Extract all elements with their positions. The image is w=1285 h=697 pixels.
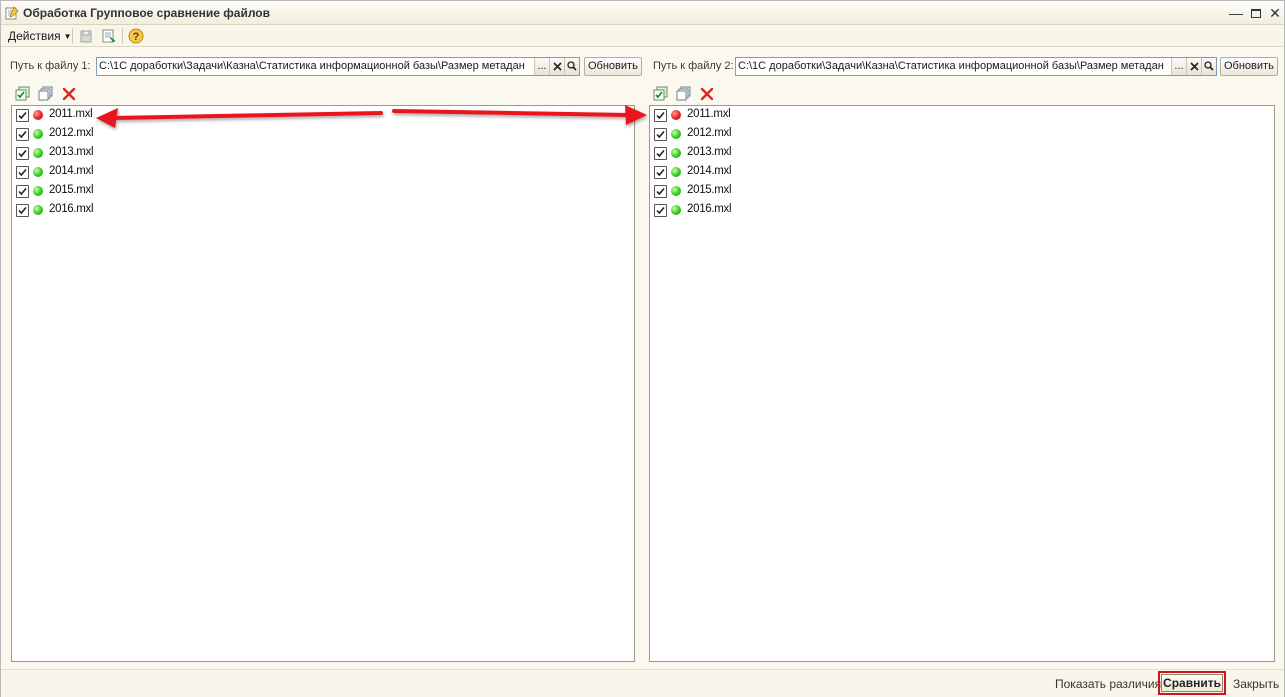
file-name: 2013.mxl <box>687 146 732 158</box>
status-green-icon <box>33 129 43 139</box>
file-checkbox[interactable] <box>16 185 29 198</box>
file-name: 2012.mxl <box>687 127 732 139</box>
clear-icon <box>1189 62 1199 71</box>
path-label-2: Путь к файлу 2: <box>653 60 734 72</box>
status-green-icon <box>671 148 681 158</box>
update-button-2[interactable]: Обновить <box>1220 57 1278 76</box>
maximize-button[interactable] <box>1247 4 1265 22</box>
file-list-item[interactable]: 2014.mxl <box>654 163 954 182</box>
file-name: 2015.mxl <box>49 184 94 196</box>
status-green-icon <box>33 167 43 177</box>
save-settings-icon[interactable] <box>78 28 94 44</box>
status-red-icon <box>33 110 43 120</box>
actions-menu-button[interactable]: Действия ▼ <box>5 27 75 45</box>
file-checkbox[interactable] <box>654 204 667 217</box>
status-green-icon <box>33 205 43 215</box>
file-checkbox[interactable] <box>654 109 667 122</box>
main-toolbar: Действия ▼ ? <box>1 25 1284 47</box>
path-2-select-button[interactable]: ... <box>1171 58 1186 75</box>
path-1-open-button[interactable] <box>564 58 579 75</box>
file-list-item[interactable]: 2011.mxl <box>16 106 316 125</box>
file-list-item[interactable]: 2015.mxl <box>654 182 954 201</box>
uncheck-all-icon[interactable] <box>676 86 692 102</box>
path-1-clear-button[interactable] <box>549 58 564 75</box>
path-input-1-value: C:\1C доработки\Задачи\Казна\Статистика … <box>99 60 525 72</box>
file-name: 2013.mxl <box>49 146 94 158</box>
status-green-icon <box>33 186 43 196</box>
path-input-1[interactable]: C:\1C доработки\Задачи\Казна\Статистика … <box>96 57 580 76</box>
file-list-item[interactable]: 2014.mxl <box>16 163 316 182</box>
path-2-open-button[interactable] <box>1201 58 1216 75</box>
file-list-item[interactable]: 2016.mxl <box>16 201 316 220</box>
file-checkbox[interactable] <box>16 204 29 217</box>
file-checkbox[interactable] <box>654 128 667 141</box>
toolbar-separator <box>122 28 123 44</box>
file-list-item[interactable]: 2012.mxl <box>654 125 954 144</box>
path-2-clear-button[interactable] <box>1186 58 1201 75</box>
file-list-item[interactable]: 2013.mxl <box>16 144 316 163</box>
file-name: 2014.mxl <box>687 165 732 177</box>
status-green-icon <box>671 129 681 139</box>
compare-button[interactable]: Сравнить <box>1161 674 1223 692</box>
title-bar: Обработка Групповое сравнение файлов — ✕ <box>1 1 1284 25</box>
window-title: Обработка Групповое сравнение файлов <box>23 6 270 20</box>
file-name: 2014.mxl <box>49 165 94 177</box>
file-list-item[interactable]: 2015.mxl <box>16 182 316 201</box>
path-input-2[interactable]: C:\1C доработки\Задачи\Казна\Статистика … <box>735 57 1217 76</box>
file-checkbox[interactable] <box>654 185 667 198</box>
close-window-button[interactable]: ✕ <box>1266 4 1284 22</box>
bottom-bar: Показать различия Закрыть <box>1 669 1284 697</box>
file-list-item[interactable]: 2012.mxl <box>16 125 316 144</box>
status-green-icon <box>671 186 681 196</box>
file-name: 2011.mxl <box>687 108 731 120</box>
app-window: Обработка Групповое сравнение файлов — ✕… <box>0 0 1285 697</box>
file-checkbox[interactable] <box>16 128 29 141</box>
clear-icon <box>552 62 562 71</box>
file-list-item[interactable]: 2013.mxl <box>654 144 954 163</box>
path-input-2-value: C:\1C доработки\Задачи\Казна\Статистика … <box>738 60 1164 72</box>
file-list-1: 2011.mxl 2012.mxl 2013.mxl 2014.mxl 2015.mxl… <box>11 105 635 662</box>
svg-text:?: ? <box>133 31 140 43</box>
app-icon <box>5 6 19 20</box>
status-green-icon <box>671 205 681 215</box>
show-differences-button[interactable]: Показать различия <box>1055 677 1161 691</box>
file-checkbox[interactable] <box>16 147 29 160</box>
file-checkbox[interactable] <box>16 109 29 122</box>
file-checkbox[interactable] <box>16 166 29 179</box>
path-label-1: Путь к файлу 1: <box>10 60 91 72</box>
check-all-icon[interactable] <box>653 86 669 102</box>
restore-settings-icon[interactable] <box>101 28 117 44</box>
status-red-icon <box>671 110 681 120</box>
file-list-item[interactable]: 2016.mxl <box>654 201 954 220</box>
magnifier-icon <box>1204 61 1214 71</box>
file-name: 2012.mxl <box>49 127 94 139</box>
status-green-icon <box>671 167 681 177</box>
chevron-down-icon: ▼ <box>63 32 72 41</box>
file-list-item[interactable]: 2011.mxl <box>654 106 954 125</box>
toolbar-separator <box>72 28 73 44</box>
file-name: 2016.mxl <box>687 203 732 215</box>
file-name: 2016.mxl <box>49 203 94 215</box>
file-list-2: 2011.mxl 2012.mxl 2013.mxl 2014.mxl 2015.mxl… <box>649 105 1275 662</box>
file-name: 2011.mxl <box>49 108 93 120</box>
delete-icon[interactable] <box>699 86 715 102</box>
help-icon[interactable]: ? <box>128 28 144 44</box>
magnifier-icon <box>567 61 577 71</box>
close-button[interactable]: Закрыть <box>1233 677 1279 691</box>
minimize-button[interactable]: — <box>1227 4 1245 22</box>
update-button-1[interactable]: Обновить <box>584 57 642 76</box>
uncheck-all-icon[interactable] <box>38 86 54 102</box>
actions-label: Действия <box>8 29 61 43</box>
maximize-icon <box>1251 9 1261 18</box>
delete-icon[interactable] <box>61 86 77 102</box>
status-green-icon <box>33 148 43 158</box>
file-checkbox[interactable] <box>654 147 667 160</box>
check-all-icon[interactable] <box>15 86 31 102</box>
file-checkbox[interactable] <box>654 166 667 179</box>
path-1-select-button[interactable]: ... <box>534 58 549 75</box>
file-name: 2015.mxl <box>687 184 732 196</box>
